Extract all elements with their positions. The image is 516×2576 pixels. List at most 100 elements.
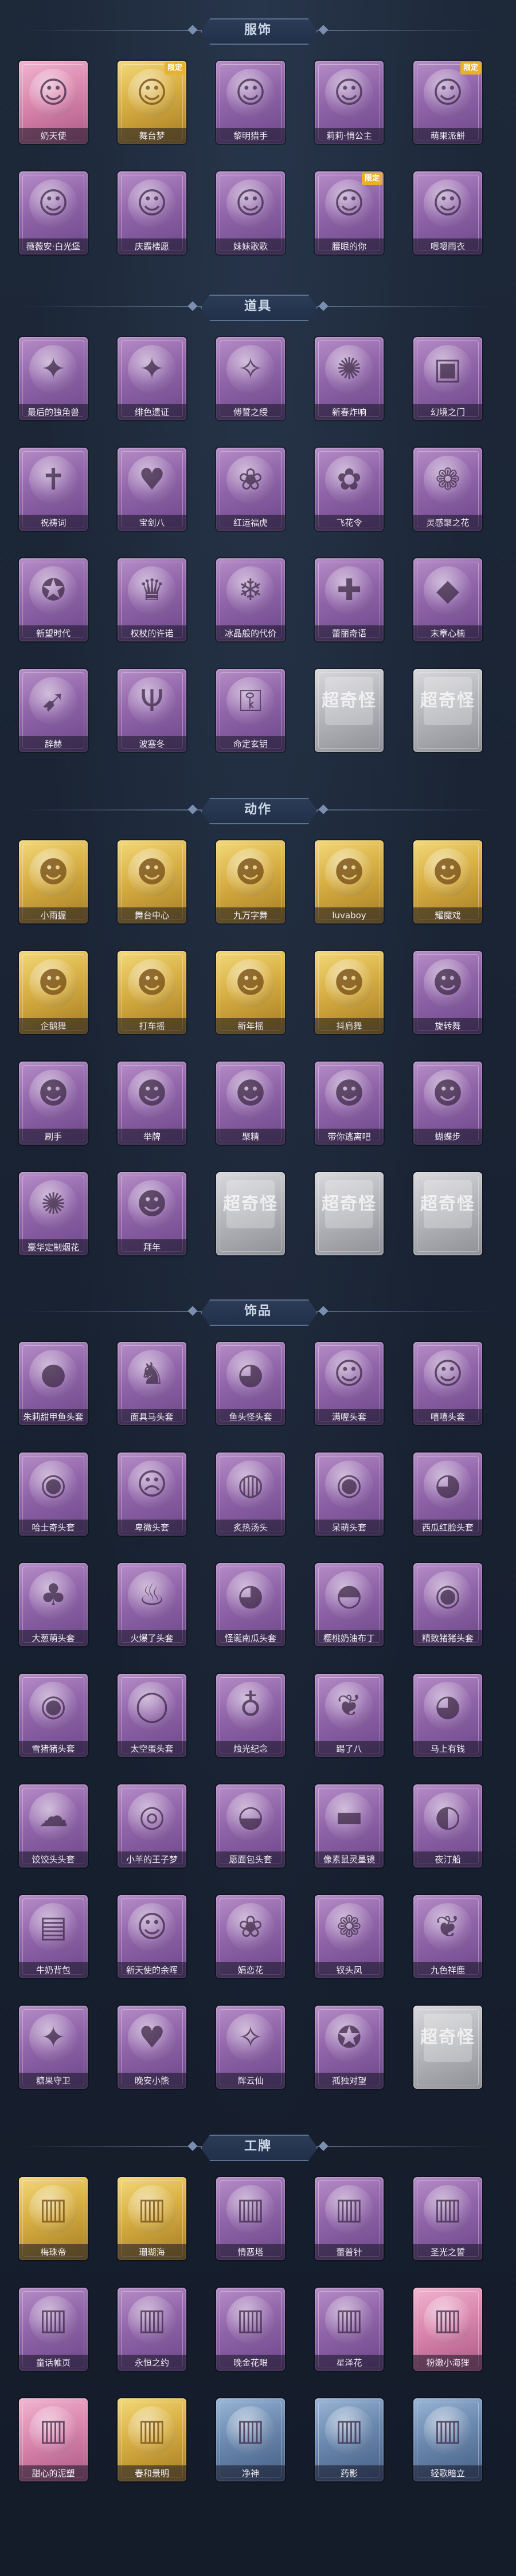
item-tile[interactable]: ◯ 太空蛋头套 [118, 1674, 186, 1757]
item-tile[interactable]: ♨ 火爆了头套 [118, 1563, 186, 1646]
item-tile[interactable]: ❄ 冰晶般的代价 [216, 558, 285, 641]
item-tile[interactable]: Ψ 波塞冬 [118, 669, 186, 752]
item-tile[interactable]: ◕ 怪诞南瓜头套 [216, 1563, 285, 1646]
item-tile[interactable]: ▥ 星泽花 [315, 2288, 384, 2371]
item-tile[interactable]: ✦ 糖果守卫 [19, 2006, 88, 2089]
item-tile[interactable]: ♥ 宝剑八 [118, 448, 186, 531]
item-tile[interactable]: ➹ 辞赫 [19, 669, 88, 752]
item-tile[interactable]: ☻ 小雨握 [19, 840, 88, 923]
item-tile[interactable]: ▥ 梅珠帝 [19, 2177, 88, 2260]
item-tile[interactable]: ☺ 萌果派餅 限定 [413, 61, 482, 144]
item-tile[interactable]: ☻ 打车摇 [118, 951, 186, 1034]
item-tile[interactable]: ☻ 聚精 [216, 1062, 285, 1145]
item-tile[interactable]: 超奇怪 [413, 1172, 482, 1255]
item-tile[interactable]: ✝ 祝祷词 [19, 448, 88, 531]
item-tile[interactable]: ✧ 傅誓之绶 [216, 337, 285, 420]
item-tile[interactable]: ▥ 情恶塔 [216, 2177, 285, 2260]
item-tile[interactable]: ☻ 九万字舞 [216, 840, 285, 923]
item-tile[interactable]: ♥ 晚安小熊 [118, 2006, 186, 2089]
item-tile[interactable]: ▤ 牛奶背包 [19, 1895, 88, 1978]
item-tile[interactable]: ✺ 新春炸响 [315, 337, 384, 420]
item-tile[interactable]: ☺ 妹妹歌歌 [216, 171, 285, 255]
item-tile[interactable]: 超奇怪 [315, 1172, 384, 1255]
item-tile[interactable]: ▥ 春和景明 [118, 2398, 186, 2481]
item-tile[interactable]: ▥ 珊瑚海 [118, 2177, 186, 2260]
item-tile[interactable]: ☻ 舞台中心 [118, 840, 186, 923]
item-tile[interactable]: ▥ 轻歌暗立 [413, 2398, 482, 2481]
item-tile[interactable]: ☺ 新天使的余晖 [118, 1895, 186, 1978]
item-tile[interactable]: ☁ 饺饺头头套 [19, 1784, 88, 1868]
item-tile[interactable]: ✦ 最后的独角兽 [19, 337, 88, 420]
item-tile[interactable]: ❦ 九色祥鹿 [413, 1895, 482, 1978]
item-tile[interactable]: ▬ 像素鼠灵墨镜 [315, 1784, 384, 1868]
item-tile[interactable]: ✚ 蕾丽奇语 [315, 558, 384, 641]
item-tile[interactable]: ◉ 雪猪猪头套 [19, 1674, 88, 1757]
item-tile[interactable]: ❦ 踢了八 [315, 1674, 384, 1757]
item-tile[interactable]: ☻ 新年摇 [216, 951, 285, 1034]
item-tile[interactable]: ▥ 蕾普针 [315, 2177, 384, 2260]
item-tile[interactable]: ▥ 童话帷页 [19, 2288, 88, 2371]
item-tile[interactable]: ☻ 蝴蝶步 [413, 1062, 482, 1145]
item-tile[interactable]: ◉ 哈士奇头套 [19, 1453, 88, 1536]
item-tile[interactable]: ✦ 绯色遗证 [118, 337, 186, 420]
item-tile[interactable]: ☹ 卑微头套 [118, 1453, 186, 1536]
item-tile[interactable]: ▣ 幻境之门 [413, 337, 482, 420]
item-tile[interactable]: ◆ 末章心楠 [413, 558, 482, 641]
item-tile[interactable]: ☻ 企鹅舞 [19, 951, 88, 1034]
item-tile[interactable]: ☺ 莉莉·悄公主 [315, 61, 384, 144]
item-tile[interactable]: ⚿ 命定玄钥 [216, 669, 285, 752]
item-tile[interactable]: ♁ 烛光纪念 [216, 1674, 285, 1757]
item-tile[interactable]: ☻ luvaboy [315, 840, 384, 923]
item-tile[interactable]: ☻ 耀魔戏 [413, 840, 482, 923]
item-tile[interactable]: ❁ 灵感聚之花 [413, 448, 482, 531]
item-tile[interactable]: ☺ 舞台梦 限定 [118, 61, 186, 144]
item-tile[interactable]: ◎ 小羊的王子梦 [118, 1784, 186, 1868]
item-tile[interactable]: ✿ 飞花令 [315, 448, 384, 531]
item-tile[interactable]: ❀ 红运福虎 [216, 448, 285, 531]
item-tile[interactable]: ▥ 永恒之约 [118, 2288, 186, 2371]
item-tile[interactable]: ☺ 满喔头套 [315, 1342, 384, 1425]
item-tile[interactable]: ▥ 净神 [216, 2398, 285, 2481]
item-tile[interactable]: ☺ 奶天使 [19, 61, 88, 144]
item-tile[interactable]: ☻ 拜年 [118, 1172, 186, 1255]
item-tile[interactable]: ✪ 新望时代 [19, 558, 88, 641]
item-tile[interactable]: ▥ 甜心的泥塑 [19, 2398, 88, 2481]
item-tile[interactable]: ▥ 圣光之誓 [413, 2177, 482, 2260]
item-tile[interactable]: ♞ 面具马头套 [118, 1342, 186, 1425]
item-tile[interactable]: ◓ 樱桃奶油布丁 [315, 1563, 384, 1646]
item-tile[interactable]: ☻ 旋转舞 [413, 951, 482, 1034]
item-tile[interactable]: ◍ 炙热汤头 [216, 1453, 285, 1536]
item-tile[interactable]: 超奇怪 [413, 669, 482, 752]
item-tile[interactable]: ♣ 大葱萌头套 [19, 1563, 88, 1646]
item-tile[interactable]: ◕ 鱼头怪头套 [216, 1342, 285, 1425]
item-tile[interactable]: ● 朱莉甜甲鱼头套 [19, 1342, 88, 1425]
item-tile[interactable]: ☺ 薇薇安·白光堡 [19, 171, 88, 255]
item-tile[interactable]: ◕ 西瓜红脸头套 [413, 1453, 482, 1536]
item-tile[interactable]: ◕ 马上有钱 [413, 1674, 482, 1757]
item-tile[interactable]: ◉ 呆萌头套 [315, 1453, 384, 1536]
item-tile[interactable]: ✧ 辉云仙 [216, 2006, 285, 2089]
item-tile[interactable]: ✪ 孤独对望 [315, 2006, 384, 2089]
item-tile[interactable]: ▥ 晚金花眼 [216, 2288, 285, 2371]
item-tile[interactable]: ☺ 腰眼的你 限定 [315, 171, 384, 255]
item-tile[interactable]: ❀ 娟恋花 [216, 1895, 285, 1978]
item-tile[interactable]: ▥ 药影 [315, 2398, 384, 2481]
item-tile[interactable]: ☺ 嗯嗯雨衣 [413, 171, 482, 255]
item-tile[interactable]: 超奇怪 [216, 1172, 285, 1255]
item-tile[interactable]: ☻ 刷手 [19, 1062, 88, 1145]
item-tile[interactable]: ☺ 嘻嘻头套 [413, 1342, 482, 1425]
item-tile[interactable]: ◐ 夜汀船 [413, 1784, 482, 1868]
item-tile[interactable]: ✺ 豪华定制烟花 [19, 1172, 88, 1255]
item-tile[interactable]: ◉ 精致猪猪头套 [413, 1563, 482, 1646]
item-tile[interactable]: ▥ 粉嫩小海狸 [413, 2288, 482, 2371]
item-tile[interactable]: 超奇怪 [413, 2006, 482, 2089]
item-tile[interactable]: ☻ 抖肩舞 [315, 951, 384, 1034]
item-tile[interactable]: ❁ 钗头凤 [315, 1895, 384, 1978]
item-tile[interactable]: ◒ 愿面包头套 [216, 1784, 285, 1868]
item-tile[interactable]: 超奇怪 [315, 669, 384, 752]
item-tile[interactable]: ☺ 黎明猎手 [216, 61, 285, 144]
item-tile[interactable]: ☻ 举牌 [118, 1062, 186, 1145]
item-tile[interactable]: ☺ 庆霸楼愿 [118, 171, 186, 255]
item-tile[interactable]: ☻ 带你逃离吧 [315, 1062, 384, 1145]
item-tile[interactable]: ♛ 权杖的许诺 [118, 558, 186, 641]
